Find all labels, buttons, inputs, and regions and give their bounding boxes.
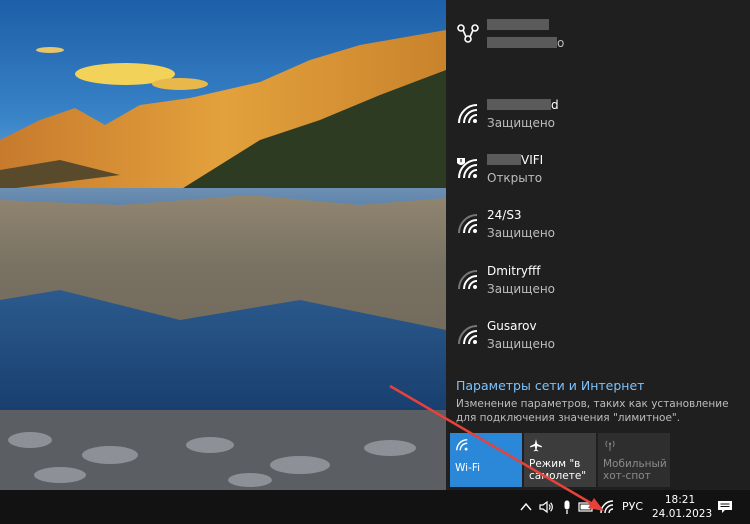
tile-label: Wi-Fi (455, 462, 481, 474)
speaker-icon[interactable] (538, 499, 554, 515)
network-settings-link[interactable]: Параметры сети и Интернет (456, 378, 644, 393)
network-status: Защищено (487, 282, 556, 296)
clock-date: 24.01.2023 (652, 508, 713, 520)
wifi-icon (458, 325, 478, 345)
network-name: 24/S3 (487, 208, 522, 222)
network-flyout: о d Защищено VIFI Открыто 24/S3 Защищено… (446, 0, 750, 490)
wifi-icon (456, 439, 468, 451)
network-item[interactable]: Dmitryfff Защищено (446, 260, 750, 314)
taskbar: РУС 18:21 24.01.2023 (0, 490, 750, 524)
wifi-icon[interactable] (599, 499, 615, 515)
network-settings-description: Изменение параметров, таких как установл… (456, 398, 729, 424)
wifi-icon (458, 270, 478, 290)
chevron-up-icon[interactable] (518, 499, 534, 515)
tile-label: Мобильный хот-спот (603, 458, 667, 482)
network-item[interactable]: 24/S3 Защищено (446, 204, 750, 258)
network-item[interactable]: VIFI Открыто (446, 149, 750, 203)
hotspot-icon (605, 440, 615, 451)
wifi-icon (458, 214, 478, 234)
airplane-mode-tile[interactable]: Режим "в самолете" (524, 433, 596, 487)
network-item[interactable]: d Защищено (446, 94, 750, 148)
network-name: Dmitryfff (487, 264, 541, 278)
network-name (487, 18, 549, 32)
network-status: Открыто (487, 171, 543, 185)
network-item[interactable]: Gusarov Защищено (446, 315, 750, 369)
network-status: Защищено (487, 226, 556, 240)
battery-icon[interactable] (578, 499, 594, 515)
airplane-icon (530, 439, 542, 452)
clock-time: 18:21 (664, 494, 696, 506)
network-name: d (487, 98, 559, 112)
wifi-icon (458, 104, 478, 124)
taskbar-clock[interactable]: 18:21 24.01.2023 (652, 493, 713, 521)
network-name: Gusarov (487, 319, 537, 333)
network-status: о (487, 36, 564, 50)
wifi-toggle-tile[interactable]: Wi-Fi (450, 433, 522, 487)
wifi-secured-warning-icon (457, 158, 478, 179)
network-status: Защищено (487, 337, 556, 351)
network-item[interactable]: о (446, 14, 750, 68)
network-status: Защищено (487, 116, 556, 130)
network-name: VIFI (487, 153, 543, 167)
mobile-hotspot-tile[interactable]: Мобильный хот-спот (598, 433, 670, 487)
tile-label: Режим "в самолете" (529, 458, 587, 482)
notification-icon[interactable] (717, 499, 733, 515)
network-hub-icon (457, 24, 479, 43)
microphone-icon[interactable] (559, 499, 575, 515)
input-language-indicator[interactable]: РУС (622, 500, 643, 513)
